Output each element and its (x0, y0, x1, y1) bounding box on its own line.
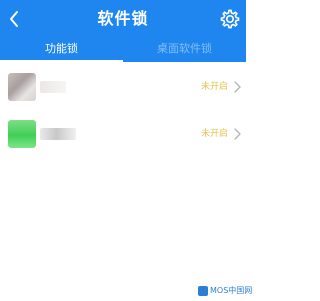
watermark-text: MOS中国网 (210, 286, 253, 295)
blurred-app-name (40, 81, 66, 93)
blurred-app-icon (8, 73, 36, 101)
settings-button[interactable] (219, 8, 241, 30)
tab-desktop-app-lock[interactable]: 桌面软件锁 (123, 38, 246, 62)
blurred-app-icon (8, 120, 36, 148)
site-watermark: MOS中国网 (198, 285, 252, 297)
title-bar: 软件锁 (0, 0, 246, 38)
tab-bar: 功能锁 桌面软件锁 (0, 38, 246, 62)
watermark-logo-icon (198, 286, 208, 296)
gear-icon (220, 9, 240, 29)
chevron-right-icon (234, 128, 241, 140)
page-title: 软件锁 (97, 9, 149, 28)
chevron-right-icon (234, 81, 241, 93)
blurred-app-name (40, 128, 76, 140)
list-item[interactable]: 未开启 (0, 73, 246, 103)
lock-status-label: 未开启 (200, 129, 228, 139)
list-item[interactable]: 未开启 (0, 120, 246, 150)
lock-status-label: 未开启 (200, 82, 228, 92)
active-tab-indicator (0, 60, 123, 62)
tab-function-lock[interactable]: 功能锁 (0, 38, 123, 62)
